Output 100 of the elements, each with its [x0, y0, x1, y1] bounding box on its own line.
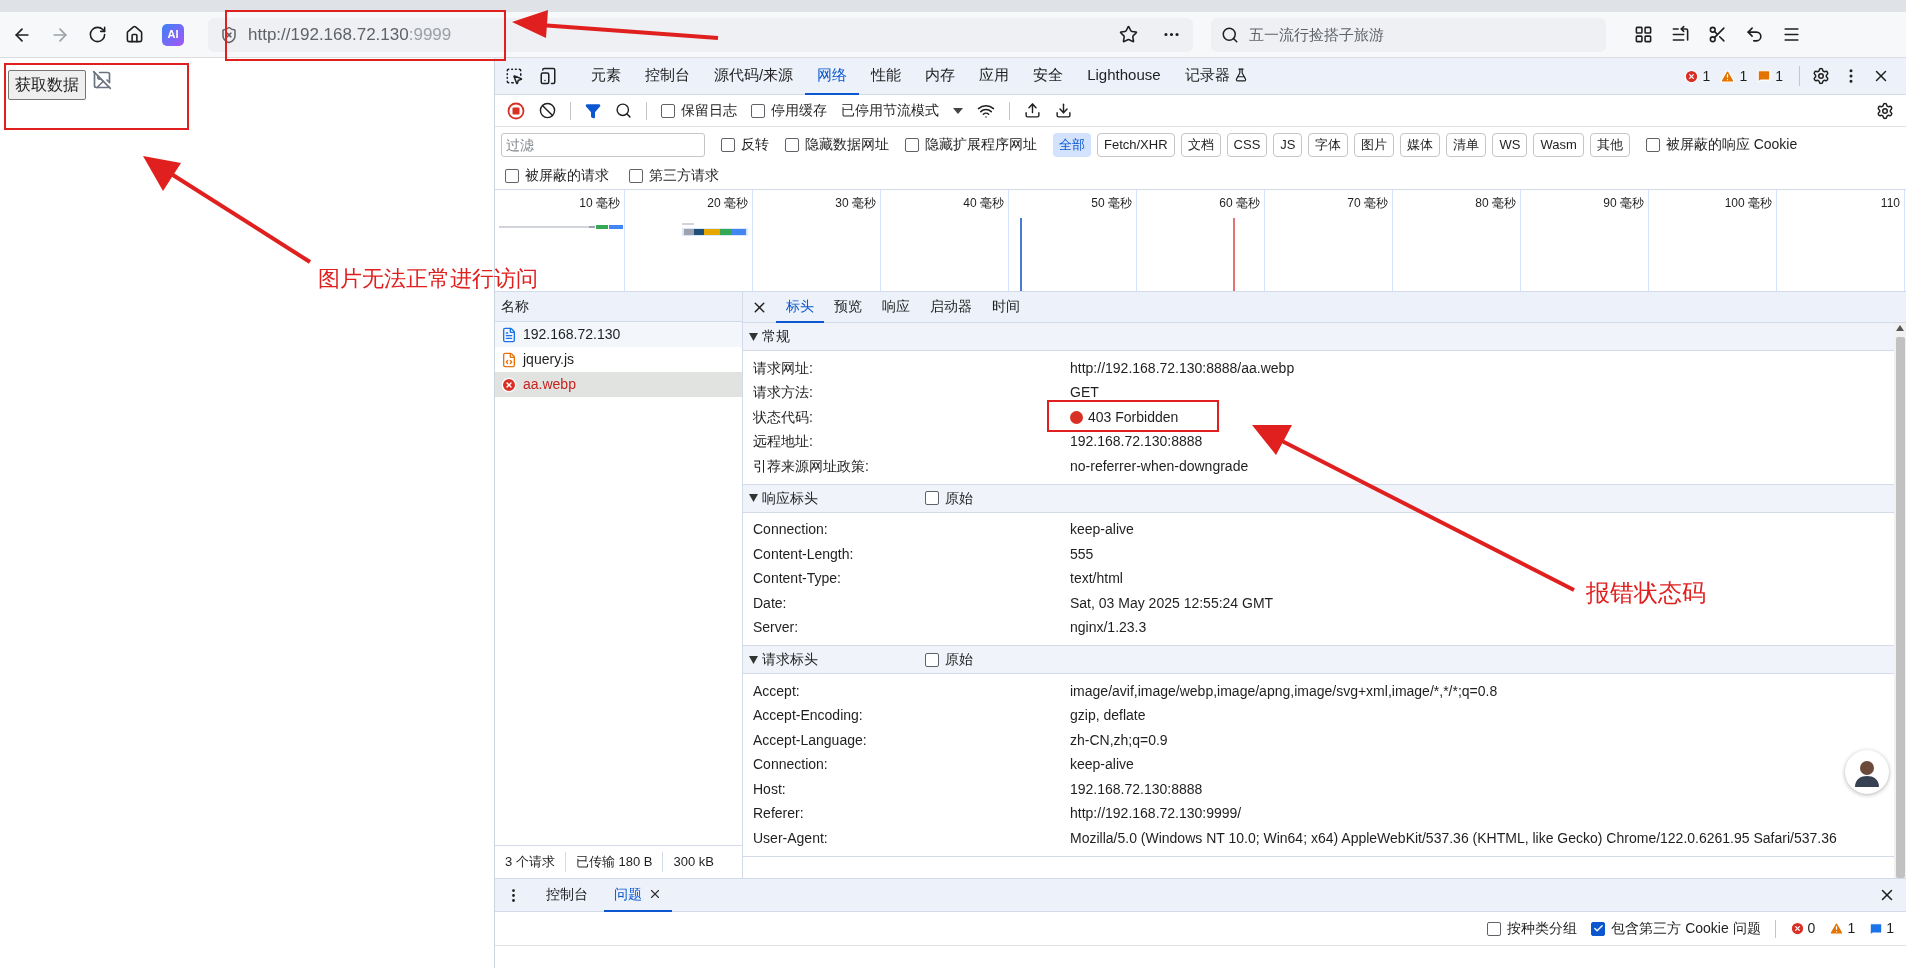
- home-icon[interactable]: [125, 25, 144, 44]
- devtools-tab[interactable]: 元素: [579, 57, 633, 95]
- filter-icon[interactable]: [585, 102, 601, 119]
- type-filter-chip[interactable]: 全部: [1053, 132, 1091, 157]
- type-filter-chip[interactable]: 清单: [1446, 132, 1487, 157]
- record-stop-icon[interactable]: [507, 101, 525, 120]
- favorites-icon[interactable]: [1671, 25, 1690, 44]
- checkbox[interactable]: [925, 491, 939, 505]
- search-icon: [1221, 25, 1239, 44]
- checkbox[interactable]: [721, 137, 735, 152]
- time-tick-label: 20 毫秒: [707, 195, 748, 210]
- request-row[interactable]: 192.168.72.130: [495, 322, 742, 347]
- assistant-avatar[interactable]: [1845, 750, 1889, 794]
- devtools-tab[interactable]: 控制台: [633, 57, 702, 95]
- search-field[interactable]: 五一流行捡搭子旅游: [1211, 17, 1606, 52]
- checkbox-label: 隐藏扩展程序网址: [925, 135, 1037, 154]
- devtools-tab[interactable]: 记录器: [1172, 57, 1260, 95]
- detail-tab[interactable]: 时间: [982, 291, 1030, 323]
- drawer-tab[interactable]: 问题: [604, 878, 672, 912]
- warning-icon: [1829, 921, 1845, 936]
- document-icon: [501, 326, 517, 343]
- export-icon[interactable]: [1055, 102, 1072, 119]
- type-filter-chip[interactable]: JS: [1273, 132, 1303, 157]
- import-icon[interactable]: [1024, 102, 1041, 119]
- flask-icon: [1233, 68, 1248, 82]
- devtools-tab[interactable]: 源代码/来源: [702, 57, 806, 95]
- time-tick-label: 100 毫秒: [1724, 195, 1772, 210]
- undo-icon[interactable]: [1745, 25, 1764, 44]
- section-header[interactable]: 响应标头 原始: [743, 484, 1894, 513]
- checkbox[interactable]: [661, 103, 675, 118]
- checkbox[interactable]: [785, 137, 799, 152]
- apps-icon[interactable]: [1634, 25, 1653, 44]
- header-name: Connection:: [753, 520, 829, 540]
- search-icon[interactable]: [615, 102, 632, 119]
- devtools-tab[interactable]: 应用: [967, 57, 1022, 95]
- device-toolbar-icon[interactable]: [539, 67, 557, 85]
- checkbox[interactable]: [629, 168, 643, 183]
- checkbox-label: 停用缓存: [771, 101, 827, 120]
- devtools-tab[interactable]: 安全: [1021, 57, 1076, 95]
- header-value: 192.168.72.130:8888: [1070, 779, 1203, 799]
- header-name: Referer:: [753, 804, 805, 824]
- type-filter-chip[interactable]: 文档: [1180, 132, 1221, 157]
- devtools-tab[interactable]: 内存: [913, 57, 968, 95]
- detail-tab[interactable]: 启动器: [920, 291, 982, 323]
- header-value: GET: [1070, 383, 1099, 403]
- fetch-data-button[interactable]: 获取数据: [8, 70, 86, 100]
- devtools-tab[interactable]: 性能: [859, 57, 914, 95]
- type-filter-chip[interactable]: Wasm: [1533, 132, 1584, 157]
- type-filter-chip[interactable]: 其他: [1589, 132, 1630, 157]
- checkbox-label: 原始: [945, 650, 973, 669]
- bookmark-star-icon[interactable]: [1119, 25, 1138, 44]
- devtools-tab[interactable]: Lighthouse: [1075, 57, 1173, 95]
- menu-icon[interactable]: [1782, 25, 1801, 44]
- header-value: zh-CN,zh;q=0.9: [1070, 730, 1168, 750]
- header-name: 远程地址:: [753, 432, 814, 452]
- address-bar[interactable]: http://192.168.72.130:9999: [208, 17, 1193, 52]
- type-filter-chip[interactable]: Fetch/XHR: [1097, 132, 1175, 157]
- scrollbar-thumb[interactable]: [1895, 337, 1905, 878]
- header-name: Date:: [753, 593, 788, 613]
- header-name: Connection:: [753, 755, 829, 775]
- header-value: no-referrer-when-downgrade: [1070, 456, 1249, 476]
- type-filter-chip[interactable]: 媒体: [1400, 132, 1441, 157]
- reload-icon[interactable]: [88, 25, 107, 44]
- filter-field[interactable]: 过滤: [501, 132, 705, 157]
- scissors-icon[interactable]: [1708, 25, 1727, 44]
- inspect-icon[interactable]: [505, 67, 523, 85]
- type-filter-chip[interactable]: CSS: [1226, 132, 1268, 157]
- error-icon: [501, 376, 517, 393]
- drawer-tab[interactable]: 控制台: [536, 878, 598, 912]
- checkbox[interactable]: [925, 652, 939, 667]
- scroll-up-icon[interactable]: [1896, 325, 1904, 331]
- header-value: 192.168.72.130:8888: [1070, 432, 1203, 452]
- settings-icon[interactable]: [1876, 101, 1894, 120]
- ai-assistant-button[interactable]: AI: [162, 23, 184, 46]
- section-header[interactable]: 常规: [743, 323, 1894, 351]
- request-row[interactable]: aa.webp: [495, 372, 742, 397]
- checkbox[interactable]: [505, 168, 519, 183]
- time-tick-label: 50 毫秒: [1091, 195, 1132, 210]
- type-filter-chip[interactable]: WS: [1492, 132, 1528, 157]
- header-name: 引荐来源网址政策:: [753, 456, 870, 476]
- checkbox[interactable]: [751, 103, 765, 118]
- checkbox[interactable]: [905, 137, 919, 152]
- type-filter-chip[interactable]: 字体: [1308, 132, 1349, 157]
- detail-tab[interactable]: 预览: [824, 291, 872, 323]
- checkbox[interactable]: [1645, 137, 1660, 152]
- detail-tab[interactable]: 响应: [872, 291, 920, 323]
- header-value: nginx/1.23.3: [1070, 618, 1147, 638]
- header-value: keep-alive: [1070, 755, 1134, 775]
- clear-icon[interactable]: [539, 102, 556, 119]
- header-name: Server:: [753, 618, 800, 638]
- close-icon[interactable]: [648, 887, 662, 901]
- time-tick-label: 60 毫秒: [1219, 195, 1260, 210]
- checkbox[interactable]: [1591, 921, 1606, 936]
- devtools-tab[interactable]: 网络: [805, 57, 860, 95]
- type-filter-chip[interactable]: 图片: [1354, 132, 1395, 157]
- throttling-dropdown[interactable]: 已停用节流模式: [841, 100, 963, 121]
- insecure-icon: [220, 25, 238, 44]
- checkbox[interactable]: [1487, 921, 1502, 936]
- settings-icon[interactable]: [1812, 67, 1830, 85]
- section-header[interactable]: 请求标头 原始: [743, 646, 1894, 674]
